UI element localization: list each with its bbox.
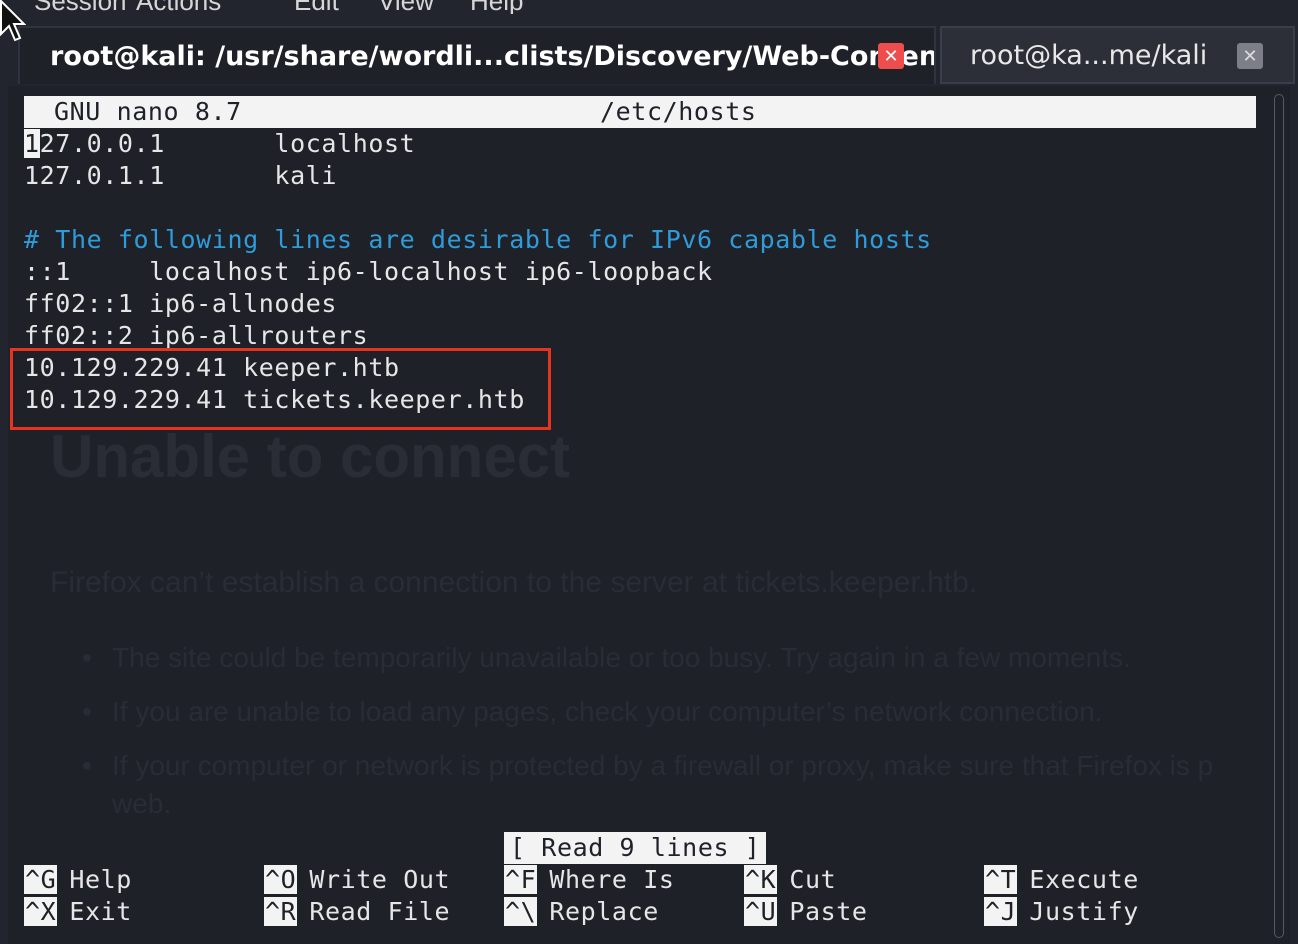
shortcut-justify[interactable]: ^J Justify [984,896,1139,928]
file-line[interactable]: ::1 localhost ip6-localhost ip6-loopback [24,256,713,288]
shortcut-write-out[interactable]: ^O Write Out [264,864,450,896]
line-host: localhost [164,129,416,158]
menu-help[interactable]: Help [470,0,523,14]
file-line[interactable]: 127.0.1.1 kali [24,160,337,192]
shortcut-paste[interactable]: ^U Paste [744,896,868,928]
tab-label: root@kali: /usr/share/wordli...clists/Di… [50,40,936,72]
list-item: The site could be temporarily unavailabl… [82,642,1213,696]
tab-label: root@ka...me/kali [970,39,1208,71]
highlight-annotation-box [10,348,551,430]
shortcut-cut[interactable]: ^K Cut [744,864,836,896]
comment-line[interactable]: # The following lines are desirable for … [24,224,932,256]
menu-edit[interactable]: Edit [294,0,339,14]
mouse-pointer-icon [0,0,26,42]
shortcut-help[interactable]: ^G Help [24,864,132,896]
shortcut-exit[interactable]: ^X Exit [24,896,132,928]
tab-web-content[interactable]: root@kali: /usr/share/wordli...clists/Di… [18,26,936,84]
shortcut-where-is[interactable]: ^F Where Is [504,864,675,896]
list-item: If you are unable to load any pages, che… [82,696,1213,750]
shortcut-read-file[interactable]: ^R Read File [264,896,450,928]
file-line[interactable]: ff02::1 ip6-allnodes [24,288,337,320]
menu-bar: Session Actions Edit View Help [0,0,1298,14]
tab-bar: root@kali: /usr/share/wordli...clists/Di… [0,14,1298,86]
line-ip: 27.0.0.1 [39,129,165,158]
text-caret: 1 [24,129,40,158]
menu-session[interactable]: Session [34,0,127,14]
shortcut-execute[interactable]: ^T Execute [984,864,1139,896]
bg-error-bullets: The site could be temporarily unavailabl… [82,642,1213,804]
close-icon[interactable]: ✕ [878,43,904,69]
terminal-area[interactable]: Unable to connect Firefox can’t establis… [8,86,1290,944]
tab-home-kali[interactable]: root@ka...me/kali ✕ [940,26,1295,84]
bg-error-title: Unable to connect [50,423,571,490]
list-item: If your computer or network is protected… [82,750,1213,804]
nano-title-bar: GNU nano 8.7 /etc/hosts [24,96,1256,128]
vertical-scrollbar[interactable] [1274,94,1284,938]
close-icon[interactable]: ✕ [1237,43,1263,69]
bg-error-bullet-tail: web. [112,788,172,819]
bg-error-message: Firefox can’t establish a connection to … [50,566,978,599]
shortcut-replace[interactable]: ^\ Replace [504,896,659,928]
menu-actions[interactable]: Actions [136,0,221,14]
nano-version: GNU nano 8.7 [54,97,242,126]
menu-view[interactable]: View [378,0,434,14]
nano-filename: /etc/hosts [600,97,757,126]
status-message: [ Read 9 lines ] [504,832,767,864]
file-line[interactable]: 127.0.0.1 localhost [24,128,415,160]
